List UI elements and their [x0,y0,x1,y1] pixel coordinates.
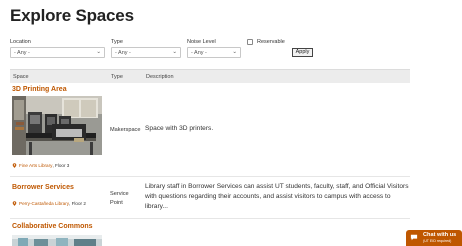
space-photo-3d-printing-area[interactable] [12,96,102,155]
chat-title: Chat with us [423,232,457,238]
noise-level-filter: Noise Level - Any - ⌄ [187,39,241,58]
location-link[interactable]: Fine Arts Library [19,163,52,168]
chevron-down-icon: ⌄ [232,49,237,55]
location-pin-icon [12,163,17,168]
type-filter-label: Type [111,39,123,45]
type-filter: Type - Any - ⌄ [111,39,181,58]
space-link-borrower-services[interactable]: Borrower Services [12,184,74,191]
location-select[interactable]: - Any - ⌄ [10,47,105,58]
location-select-value: - Any - [14,50,30,56]
table-row: Collaborative Commons [10,220,410,246]
reservable-checkbox[interactable] [247,39,253,45]
column-header-space: Space [13,74,29,80]
row-divider [10,176,410,177]
location-filter: Location - Any - ⌄ [10,39,105,58]
type-cell: Service Point [110,190,129,208]
page-title: Explore Spaces [10,6,134,25]
location-floor: , Floor 2 [69,201,86,206]
description-cell: Space with 3D printers. [145,125,214,132]
chevron-down-icon: ⌄ [172,49,177,55]
chat-widget-button[interactable]: Chat with us (UT EID required) [406,230,462,246]
table-row: 3D Printing Area Fine Arts Library , Flo… [10,84,410,175]
filters-bar: Location - Any - ⌄ Type - Any - ⌄ Noise … [10,39,410,61]
noise-level-select[interactable]: - Any - ⌄ [187,47,241,58]
description-cell: Library staff in Borrower Services can a… [145,183,409,210]
column-header-description: Description [146,74,174,80]
noise-level-filter-label: Noise Level [187,39,216,45]
space-photo-collaborative-commons[interactable] [12,234,102,246]
chat-subtitle: (UT EID required) [423,239,452,243]
location-floor: , Floor 3 [52,163,70,168]
location-pin-icon [12,201,17,206]
location-link[interactable]: Perry-Castañeda Library [19,201,69,206]
type-text: Makerspace [110,127,141,133]
chat-bubble-icon [410,234,418,241]
space-link-3d-printing-area[interactable]: 3D Printing Area [12,86,67,93]
reservable-filter: Reservable [247,39,285,45]
type-text-line-2: Point [110,200,123,206]
type-cell: Makerspace [110,126,140,135]
column-header-type: Type [111,74,123,80]
location-filter-label: Location [10,39,31,45]
row-divider [10,218,410,219]
type-select-value: - Any - [115,50,131,56]
table-header: Space Type Description [10,69,410,83]
type-select[interactable]: - Any - ⌄ [111,47,181,58]
location-line: Fine Arts Library , Floor 3 [12,163,69,168]
noise-level-select-value: - Any - [191,50,207,56]
space-link-collaborative-commons[interactable]: Collaborative Commons [12,223,93,230]
table-row: Borrower Services Perry-Castañeda Librar… [10,182,410,218]
type-text-line-1: Service [110,191,129,197]
chevron-down-icon: ⌄ [96,49,101,55]
reservable-label: Reservable [257,39,285,45]
location-line: Perry-Castañeda Library , Floor 2 [12,201,86,206]
apply-button[interactable]: Apply [292,48,313,57]
